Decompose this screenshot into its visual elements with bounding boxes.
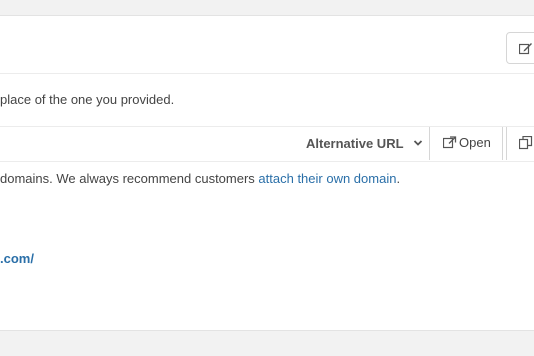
chevron-down-icon bbox=[413, 140, 423, 146]
panel-header bbox=[0, 16, 534, 74]
copy-icon bbox=[519, 136, 533, 150]
copy-button[interactable] bbox=[506, 127, 534, 160]
edit-button[interactable] bbox=[506, 32, 534, 64]
notice-text: place of the one you provided. bbox=[0, 92, 175, 107]
attach-domain-link[interactable]: attach their own domain bbox=[258, 171, 396, 186]
open-label: Open bbox=[459, 135, 491, 150]
alternative-url-dropdown[interactable]: Alternative URL bbox=[306, 136, 423, 151]
site-panel: place of the one you provided. Alternati… bbox=[0, 15, 534, 331]
url-row: Alternative URL Open bbox=[0, 126, 534, 162]
domains-note-end: . bbox=[396, 171, 401, 186]
open-button[interactable]: Open bbox=[429, 127, 503, 160]
site-url-link[interactable]: .com/ bbox=[0, 251, 34, 266]
domains-note: domains. We always recommend customers a… bbox=[0, 171, 400, 186]
alternative-url-label: Alternative URL bbox=[306, 136, 404, 151]
edit-icon bbox=[519, 43, 532, 55]
external-link-icon bbox=[443, 136, 457, 149]
domains-note-text: domains. We always recommend customers bbox=[0, 171, 259, 186]
